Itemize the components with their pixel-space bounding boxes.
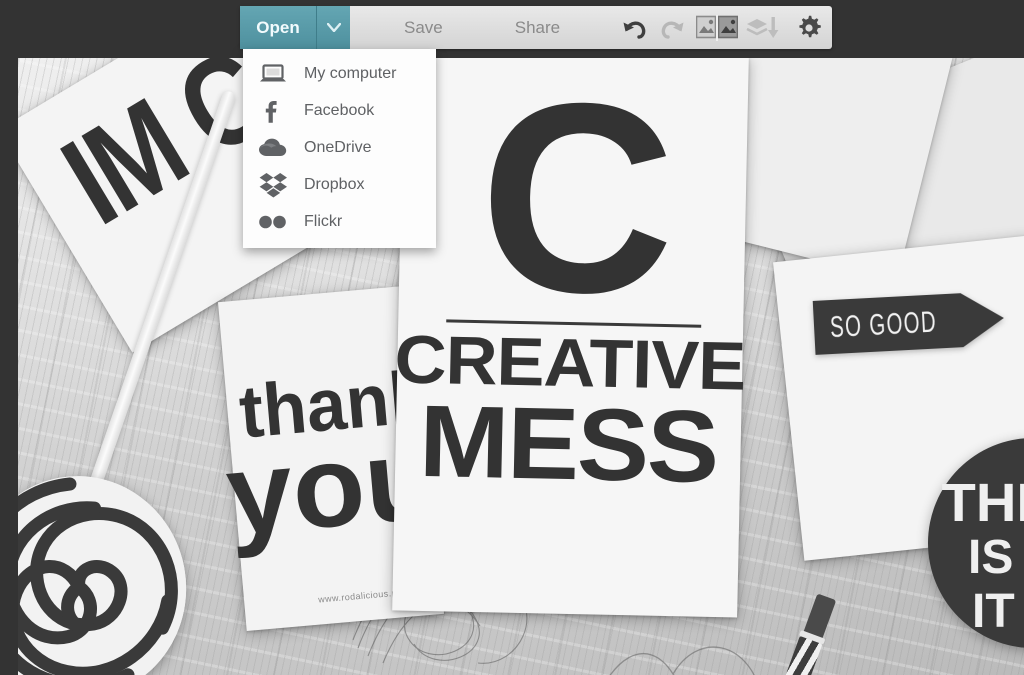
onedrive-cloud-icon xyxy=(256,135,290,161)
chevron-down-icon xyxy=(326,23,341,32)
undo-button[interactable] xyxy=(614,6,653,49)
scribble-doodle-2 xyxy=(609,646,755,675)
open-button-group[interactable]: Open xyxy=(240,6,350,49)
circle-line3: IT xyxy=(972,585,1015,638)
arrow-label: SO GOOD xyxy=(829,305,938,345)
circle-line1: THIS xyxy=(941,473,1024,533)
undo-icon xyxy=(623,21,646,39)
poster-creative-mess: C CREATIVE MESS xyxy=(392,58,749,618)
layers-download-icon xyxy=(746,16,779,38)
save-button[interactable]: Save xyxy=(394,18,453,38)
open-button[interactable]: Open xyxy=(240,6,317,49)
facebook-icon xyxy=(256,98,290,124)
menu-item-facebook[interactable]: Facebook xyxy=(243,92,436,129)
layers-download-button[interactable] xyxy=(741,6,786,49)
gear-icon xyxy=(799,15,821,37)
menu-item-flickr[interactable]: Flickr xyxy=(243,203,436,240)
redo-button[interactable] xyxy=(653,6,692,49)
dropbox-icon xyxy=(256,172,290,198)
open-source-menu[interactable]: My computer Facebook OneDrive Dropbox Fl… xyxy=(243,49,436,248)
share-button[interactable]: Share xyxy=(505,18,570,38)
poster-so-good-arrow: SO GOOD xyxy=(812,291,1006,355)
menu-item-label: OneDrive xyxy=(304,138,372,156)
menu-item-label: Facebook xyxy=(304,101,375,119)
menu-item-onedrive[interactable]: OneDrive xyxy=(243,129,436,166)
redo-icon xyxy=(661,21,684,39)
menu-item-label: My computer xyxy=(304,64,397,82)
editor-window: IM C thank you www.rodalicious.pl SO GOO… xyxy=(0,0,1024,675)
open-button-label: Open xyxy=(256,17,300,37)
before-after-compare-icon xyxy=(695,14,738,41)
poster-big-letter: C xyxy=(476,58,670,351)
flickr-dots-icon xyxy=(256,209,290,235)
poster-thanks-url: www.rodalicious.pl xyxy=(317,587,400,605)
settings-button[interactable] xyxy=(785,6,832,49)
main-toolbar: Open Save Share xyxy=(240,6,832,49)
arrow-head xyxy=(960,291,1006,348)
circle-line2: IS xyxy=(968,531,1014,584)
menu-item-my-computer[interactable]: My computer xyxy=(243,55,436,92)
menu-item-label: Dropbox xyxy=(304,175,365,193)
image-canvas[interactable]: IM C thank you www.rodalicious.pl SO GOO… xyxy=(18,58,1024,675)
menu-item-dropbox[interactable]: Dropbox xyxy=(243,166,436,203)
before-after-compare-button[interactable] xyxy=(692,6,740,49)
open-dropdown-toggle[interactable] xyxy=(317,6,350,49)
poster-word-mess: MESS xyxy=(418,383,719,505)
laptop-icon xyxy=(256,61,290,87)
photo-background: IM C thank you www.rodalicious.pl SO GOO… xyxy=(18,58,1024,675)
menu-item-label: Flickr xyxy=(304,212,343,230)
